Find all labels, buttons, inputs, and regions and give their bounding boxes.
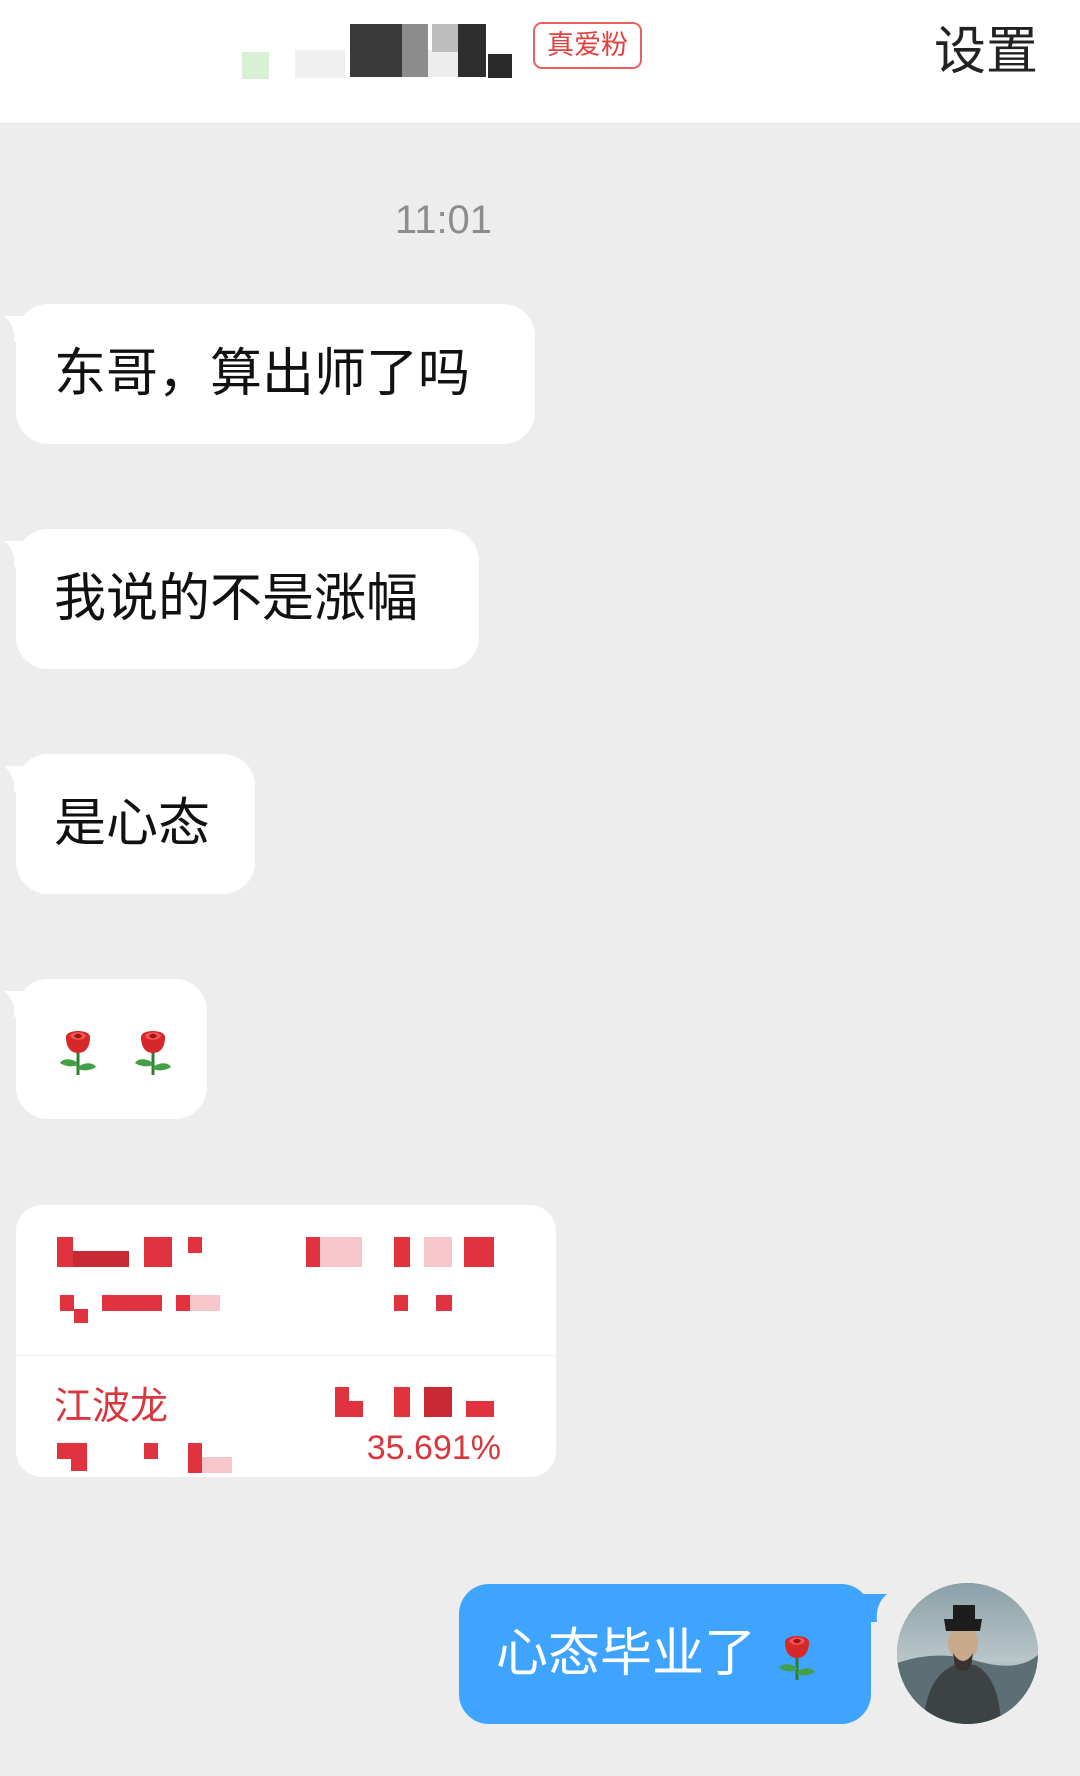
rose-icon [58,1029,98,1077]
card-divider [16,1355,556,1356]
rose-icon [777,1634,817,1682]
incoming-message[interactable]: 是心态 [4,754,255,894]
stock-name: 江波龙 [54,1384,169,1428]
settings-button[interactable]: 设置 [934,18,1038,86]
chat-header: 真爱粉 设置 [0,0,1080,124]
incoming-message[interactable]: 东哥，算出师了吗 [4,304,535,444]
avatar[interactable] [897,1583,1038,1724]
message-text: 是心态 [54,794,211,854]
shared-stock-card[interactable]: 江波龙 35.691% [16,1205,556,1477]
rose-icon [133,1029,173,1077]
message-text: 东哥，算出师了吗 [54,344,471,404]
stock-percent: 35.691% [366,1429,501,1467]
message-text: 我说的不是涨幅 [54,569,419,629]
incoming-message[interactable] [4,979,207,1119]
true-fan-badge: 真爱粉 [533,22,642,69]
message-text: 心态毕业了 [496,1624,757,1684]
outgoing-message[interactable]: 心态毕业了 [459,1584,887,1724]
message-timestamp: 11:01 [394,198,493,242]
incoming-message[interactable]: 我说的不是涨幅 [4,529,479,669]
